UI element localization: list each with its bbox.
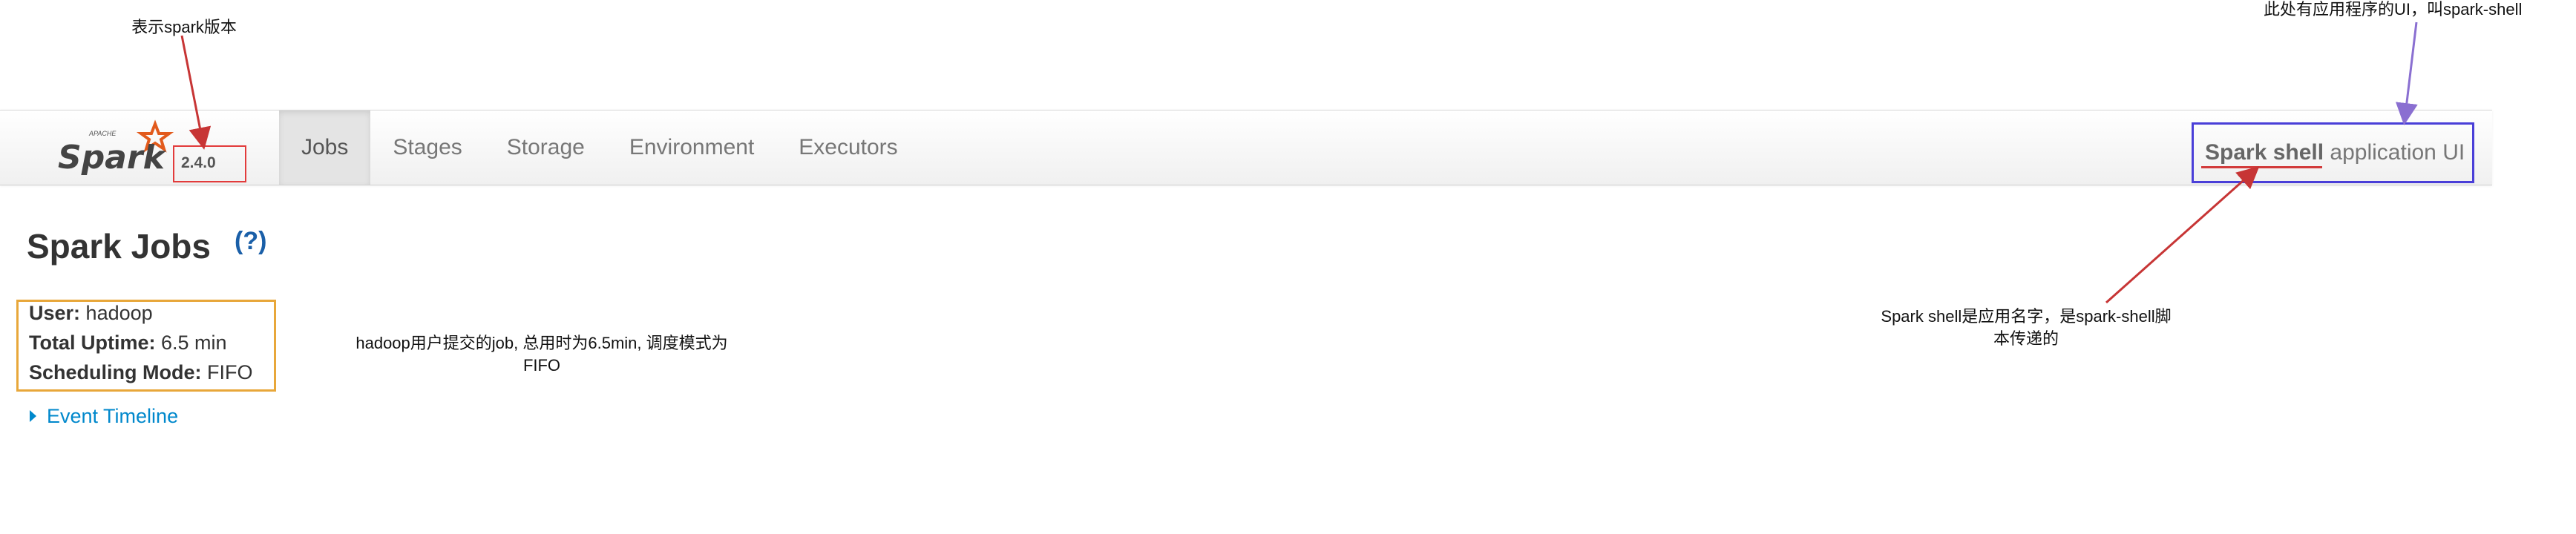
app-ui-arrow (2395, 22, 2418, 125)
version-arrow (180, 35, 212, 150)
spark-ui-page: APACHE Spark Jobs Stages Storage Environ… (0, 0, 2576, 534)
annotation-arrows (180, 22, 2418, 304)
app-name-arrow (2105, 166, 2260, 304)
